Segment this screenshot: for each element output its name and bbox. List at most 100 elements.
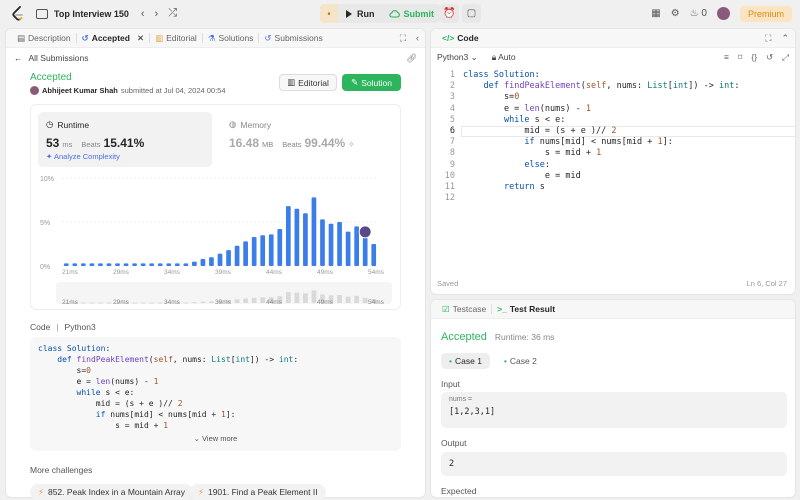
code-editor[interactable]: 1 2 3 4 5 6 7 8 9 10 11 12 class Solution: def find…: [431, 70, 795, 240]
braces-icon[interactable]: {}: [751, 52, 757, 63]
tab-testcase-label: Testcase: [452, 304, 487, 314]
chart-bar: [345, 231, 351, 266]
lightning-icon: ⚡: [38, 486, 44, 497]
chart-bar: [217, 253, 223, 266]
notes-button[interactable]: ▢: [462, 4, 481, 23]
chart-bar: [320, 219, 325, 266]
brush-tick-label: 44ms: [266, 299, 283, 306]
shuffle-icon[interactable]: ⤮: [168, 7, 177, 20]
view-more-label: View more: [202, 434, 238, 443]
code-preview-line: def findPeakElement(self, nums: List[int…: [57, 355, 299, 364]
editorial-button[interactable]: ▥ Editorial: [279, 74, 337, 91]
code-section-label: Code | Python3: [30, 322, 96, 332]
chart-bar: [234, 245, 240, 266]
case-1-label: Case 1: [454, 356, 482, 366]
runtime-beats-value: 15.41%: [103, 136, 145, 150]
premium-button[interactable]: Premium: [739, 5, 792, 22]
collapse-icon[interactable]: ⌃: [781, 33, 789, 44]
submit-button[interactable]: Submit: [382, 4, 442, 23]
debug-button[interactable]: [320, 4, 338, 23]
chart-bar: [260, 235, 266, 266]
input-box: nums = [1,2,3,1]: [441, 392, 787, 428]
runtime-card[interactable]: ◷ Runtime 53 ms Beats 15.41% ✦ Analyze Compl…: [38, 112, 212, 167]
user-avatar[interactable]: [716, 7, 730, 20]
line-number: 2: [449, 81, 455, 92]
challenge-chip[interactable]: ⚡ 852. Peak Index in a Mountain Array: [30, 484, 193, 500]
tab-code[interactable]: </> Code: [437, 29, 484, 48]
brush-bar: [149, 302, 155, 304]
share-link-icon[interactable]: 🔗︎: [406, 53, 417, 64]
chart-bar: [132, 263, 137, 266]
autocomplete-mode[interactable]: 🔒︎ Auto: [492, 52, 516, 63]
chart-bar: [328, 223, 334, 266]
run-button[interactable]: Run: [338, 4, 382, 23]
edit-icon: ✎: [351, 77, 359, 87]
code-preview-line: while s < e:: [76, 388, 135, 397]
brush-bar: [81, 302, 86, 304]
line-number: 6: [449, 126, 455, 137]
fullscreen-icon[interactable]: ⤢: [782, 52, 789, 63]
dot-icon: •: [449, 356, 452, 366]
tab-submissions[interactable]: ↺ Submissions: [259, 29, 327, 48]
memory-card[interactable]: ◍ Memory 16.48 MB Beats 99.44% ✧: [221, 112, 395, 167]
problem-list-icon[interactable]: [36, 8, 48, 19]
reset-icon[interactable]: ↺: [766, 52, 773, 63]
leetcode-logo[interactable]: [10, 5, 26, 22]
case-2-tab[interactable]: • Case 2: [496, 353, 545, 369]
chevron-down-icon: ⌄: [470, 51, 478, 62]
runtime-distribution-chart[interactable]: 10% 5% 0% 21ms 29ms 34ms 39ms 44ms 49ms 54ms 21ms 2…: [38, 170, 398, 306]
format-icon[interactable]: ≡: [724, 52, 729, 63]
chart-bar: [106, 263, 112, 266]
line-number: 5: [449, 114, 455, 125]
chevron-down-icon: ⌄: [193, 434, 200, 443]
brush-bar: [192, 302, 197, 304]
prev-problem-icon[interactable]: ‹: [141, 8, 145, 20]
chart-bar: [337, 222, 342, 266]
all-submissions-link[interactable]: All Submissions: [29, 53, 89, 63]
tab-solutions[interactable]: ⚗ Solutions: [203, 29, 259, 48]
settings-gear-icon[interactable]: ⚙: [671, 8, 680, 19]
challenge-chip[interactable]: ⚡ 1901. Find a Peak Element II: [190, 484, 326, 500]
streak-counter[interactable]: ♨ 0: [690, 8, 707, 19]
brush-bar: [337, 295, 342, 303]
doc-icon: ▤: [17, 32, 26, 43]
tab-editorial[interactable]: ▥ Editorial: [150, 29, 202, 48]
brush-bar: [243, 298, 248, 303]
sparkle-icon: ✦: [46, 152, 53, 161]
maximize-icon[interactable]: ⛶: [400, 33, 406, 44]
submitted-time: submitted at Jul 04, 2024 00:54: [120, 86, 226, 95]
autocomplete-mode-label: Auto: [498, 51, 516, 62]
problem-list-title[interactable]: Top Interview 150: [54, 9, 129, 19]
code-line: class Solution:: [463, 70, 540, 80]
tab-accepted[interactable]: ↺ Accepted ✕: [77, 29, 150, 48]
layout-grid-icon[interactable]: ▦: [651, 8, 660, 19]
x-tick-label: 21ms: [62, 269, 79, 276]
code-line: mid = (s + e )// 2: [463, 126, 617, 137]
collapse-icon[interactable]: ‹: [416, 33, 419, 44]
brush-bar: [354, 295, 359, 303]
language-select-label: Python3: [437, 51, 469, 62]
view-more-button[interactable]: ⌄ View more: [30, 434, 401, 443]
tab-test-result[interactable]: >_ Test Result: [492, 300, 560, 319]
timer-button[interactable]: ⏰: [440, 4, 459, 23]
tab-description[interactable]: ▤ Description: [12, 29, 76, 48]
language-select[interactable]: Python3 ⌄: [437, 52, 478, 63]
code-preview-line: e = len(nums) - 1: [38, 377, 159, 386]
author-name[interactable]: Abhijeet Kumar Shah: [42, 86, 118, 95]
analyze-complexity-link[interactable]: ✦ Analyze Complexity: [46, 152, 120, 161]
clock-icon: ◷: [46, 119, 54, 129]
line-numbers: 1 2 3 4 5 6 7 8 9 10 11 12: [441, 70, 455, 204]
code-lines[interactable]: class Solution: def findPeakElement(self…: [463, 70, 739, 204]
next-problem-icon[interactable]: ›: [155, 8, 159, 20]
bookmark-icon[interactable]: ⌑: [738, 52, 742, 63]
book-icon: ▥: [155, 32, 164, 43]
streak-count: 0: [701, 8, 707, 19]
submission-author-line: Abhijeet Kumar Shah submitted at Jul 04,…: [30, 86, 226, 95]
case-1-tab[interactable]: • Case 1: [441, 353, 490, 369]
solution-button[interactable]: ✎ Solution: [342, 74, 401, 91]
back-arrow-icon[interactable]: ←: [14, 53, 23, 63]
tab-testcase[interactable]: ☑ Testcase: [437, 300, 491, 319]
y-tick-label: 0%: [40, 264, 50, 271]
maximize-icon[interactable]: ⛶: [765, 33, 771, 44]
close-tab-icon[interactable]: ✕: [137, 33, 144, 44]
